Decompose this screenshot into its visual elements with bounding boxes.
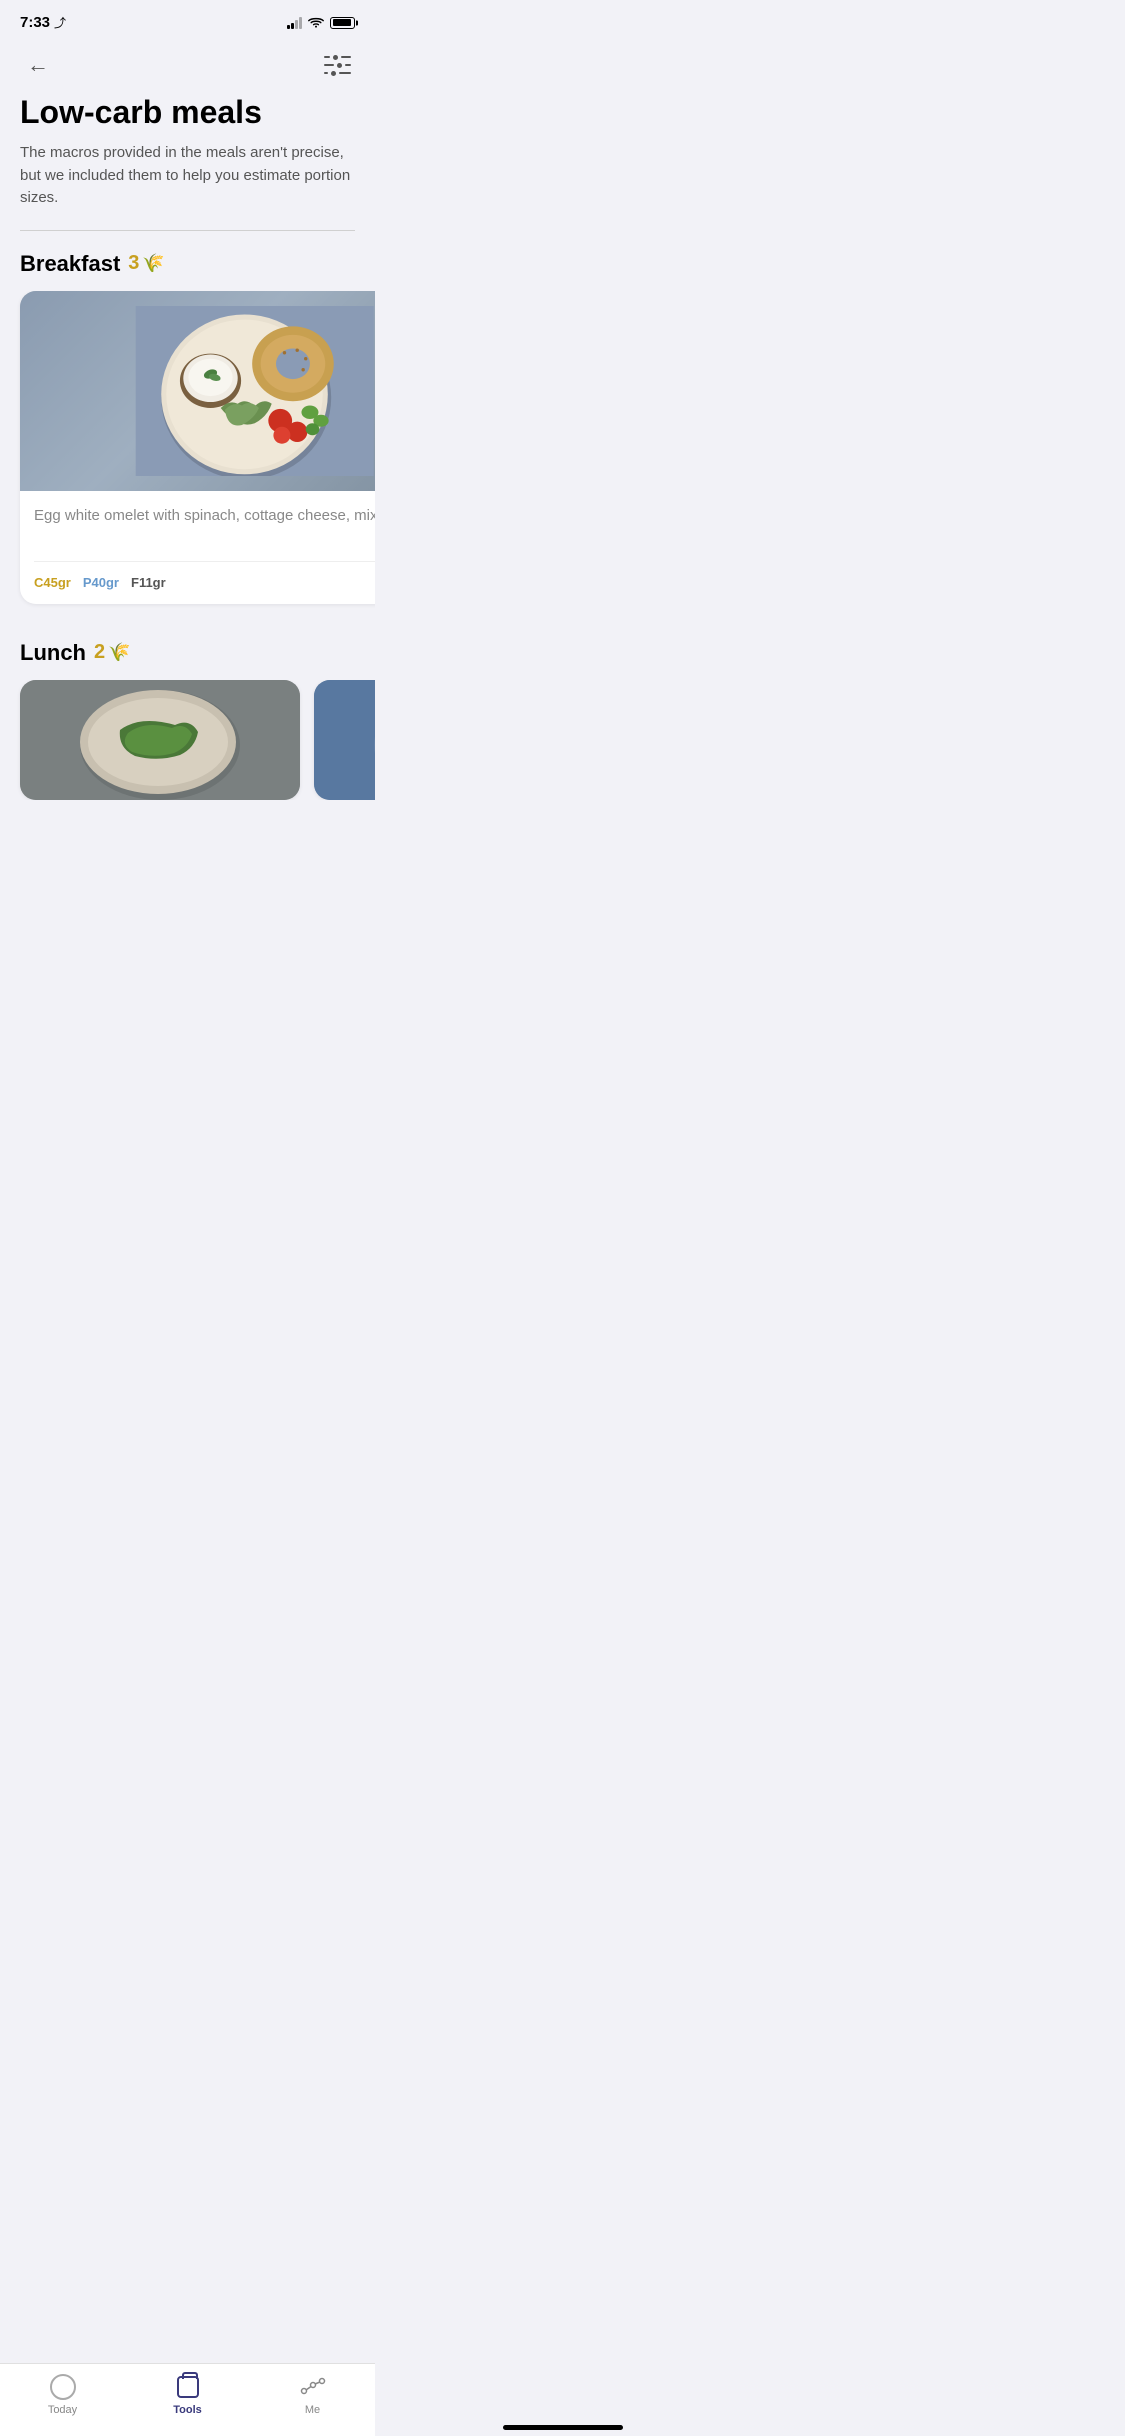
- meal-card-1-divider: [34, 561, 375, 562]
- tab-bar: Today Tools Me: [0, 2363, 375, 2436]
- location-icon: ⤴: [54, 14, 66, 31]
- page-title: Low-carb meals: [20, 95, 355, 130]
- lunch-image-2: [314, 680, 375, 800]
- slider-row-3: [324, 71, 351, 76]
- breakfast-cards-scroll[interactable]: Egg white omelet with spinach, cottage c…: [0, 291, 375, 612]
- signal-bar-1: [287, 25, 290, 29]
- tab-tools-label: Tools: [173, 2404, 202, 2416]
- today-icon: [50, 2374, 76, 2400]
- lunch-section: Lunch 2 🌾: [20, 640, 355, 800]
- me-icon-container: [300, 2374, 326, 2400]
- macro-fat-1: F11gr: [131, 575, 166, 590]
- status-time: 7:33 ⤴: [20, 14, 66, 31]
- lunch-card-1[interactable]: [20, 680, 300, 800]
- wifi-icon: [308, 17, 324, 29]
- food-image-1: [20, 291, 375, 491]
- breakfast-badge: 3 🌾: [128, 252, 165, 275]
- battery-icon: [330, 17, 355, 29]
- lunch-cards-scroll[interactable]: [0, 680, 375, 800]
- lunch-title: Lunch: [20, 640, 86, 666]
- meal-card-1-macros: C45gr P40gr F11gr →: [34, 574, 375, 592]
- main-content: Low-carb meals The macros provided in th…: [0, 95, 375, 800]
- page-description: The macros provided in the meals aren't …: [20, 142, 355, 210]
- filter-button[interactable]: [319, 47, 355, 83]
- tab-today[interactable]: Today: [0, 2374, 125, 2416]
- sliders-icon: [324, 55, 351, 76]
- meal-card-1-name: Egg white omelet with spinach, cottage c…: [34, 505, 375, 547]
- tab-me[interactable]: Me: [250, 2374, 375, 2416]
- signal-bar-4: [299, 17, 302, 29]
- time-display: 7:33: [20, 14, 50, 31]
- lunch-badge: 2 🌾: [94, 641, 131, 664]
- home-indicator: [503, 2425, 623, 2430]
- lunch-card-2[interactable]: [314, 680, 375, 800]
- back-arrow-icon: ←: [27, 52, 49, 78]
- status-bar: 7:33 ⤴: [0, 0, 375, 39]
- meal-card-1-body: Egg white omelet with spinach, cottage c…: [20, 491, 375, 604]
- meal-card-1[interactable]: Egg white omelet with spinach, cottage c…: [20, 291, 375, 604]
- lunch-wheat-icon: 🌾: [108, 642, 130, 663]
- meal-card-1-image: [20, 291, 375, 491]
- tools-icon-container: [175, 2374, 201, 2400]
- tools-icon: [177, 2376, 199, 2398]
- back-button[interactable]: ←: [20, 47, 56, 83]
- macro-protein-1: P40gr: [83, 575, 119, 590]
- slider-row-1: [324, 55, 351, 60]
- circle-icon: [50, 2374, 76, 2400]
- section-divider: [20, 230, 355, 231]
- me-chart-icon: [300, 2377, 326, 2397]
- tab-tools[interactable]: Tools: [125, 2374, 250, 2416]
- status-icons: [287, 17, 355, 29]
- page-header: ←: [0, 39, 375, 95]
- tab-today-label: Today: [48, 2404, 77, 2416]
- tab-me-label: Me: [305, 2404, 320, 2416]
- lunch-image-1: [20, 680, 300, 800]
- signal-bar-3: [295, 20, 298, 29]
- macro-carbs-1: C45gr: [34, 575, 71, 590]
- breakfast-section-header: Breakfast 3 🌾: [20, 251, 355, 277]
- lunch-section-header: Lunch 2 🌾: [20, 640, 355, 666]
- breakfast-title: Breakfast: [20, 251, 120, 277]
- battery-fill: [333, 19, 351, 26]
- signal-bar-2: [291, 23, 294, 29]
- breakfast-count: 3: [128, 252, 139, 275]
- lunch-count: 2: [94, 641, 105, 664]
- wheat-icon: 🌾: [142, 253, 164, 274]
- signal-icon: [287, 17, 302, 29]
- slider-row-2: [324, 63, 351, 68]
